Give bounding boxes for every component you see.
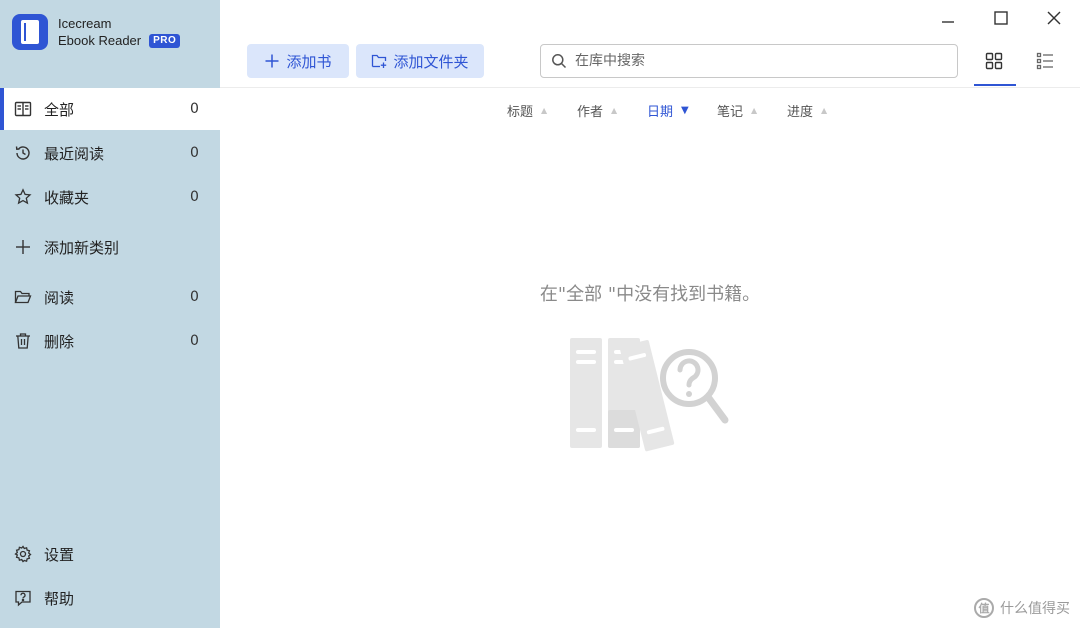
history-icon bbox=[14, 144, 32, 162]
sort-label: 笔记 bbox=[717, 104, 744, 120]
add-folder-button[interactable]: 添加文件夹 bbox=[356, 44, 484, 78]
folder-open-icon bbox=[14, 288, 32, 306]
sort-progress[interactable]: 进度 ▲ bbox=[787, 100, 827, 120]
add-folder-label: 添加文件夹 bbox=[393, 52, 469, 71]
sidebar-item-deleted[interactable]: 删除 0 bbox=[0, 320, 220, 362]
app-name-line1: Icecream bbox=[58, 16, 112, 31]
watermark-text: 什么值得买 bbox=[1000, 601, 1070, 617]
sort-arrow-icon: ▲ bbox=[611, 105, 618, 115]
sidebar-item-count: 0 bbox=[190, 333, 199, 349]
sidebar-item-count: 0 bbox=[190, 145, 199, 161]
plus-icon bbox=[265, 54, 279, 68]
sidebar-item-label: 最近阅读 bbox=[44, 144, 105, 163]
sort-label: 进度 bbox=[787, 104, 814, 120]
minimize-button[interactable] bbox=[930, 4, 966, 32]
help-icon bbox=[14, 589, 32, 607]
sidebar-item-label: 阅读 bbox=[44, 288, 75, 307]
add-book-label: 添加书 bbox=[286, 52, 332, 71]
sidebar-item-settings[interactable]: 设置 bbox=[0, 533, 220, 575]
sidebar: Icecream Ebook Reader PRO 全部 0 最近阅读 0 收藏… bbox=[0, 0, 220, 628]
book-open-icon bbox=[14, 100, 32, 118]
sidebar-item-reading[interactable]: 阅读 0 bbox=[0, 276, 220, 318]
list-view-button[interactable] bbox=[1025, 44, 1065, 78]
pro-badge: PRO bbox=[149, 33, 181, 48]
toolbar-divider bbox=[220, 87, 1080, 88]
sidebar-item-label: 收藏夹 bbox=[44, 188, 90, 207]
sort-arrow-icon: ▲ bbox=[541, 105, 548, 115]
trash-icon bbox=[14, 332, 32, 350]
sort-label: 作者 bbox=[577, 104, 604, 120]
grid-view-button[interactable] bbox=[974, 44, 1016, 86]
books-search-icon bbox=[570, 338, 729, 452]
maximize-button[interactable] bbox=[983, 4, 1019, 32]
minimize-icon bbox=[942, 21, 954, 23]
sort-desc-icon: ▼ bbox=[681, 104, 689, 116]
sidebar-item-label: 删除 bbox=[44, 332, 75, 351]
search-input[interactable] bbox=[575, 53, 935, 69]
sidebar-item-label: 设置 bbox=[44, 545, 75, 564]
sidebar-item-help[interactable]: 帮助 bbox=[0, 577, 220, 619]
sort-author[interactable]: 作者 ▲ bbox=[577, 100, 617, 120]
watermark-logo: 值 bbox=[974, 598, 994, 618]
sidebar-item-count: 0 bbox=[190, 289, 199, 305]
watermark: 值 什么值得买 bbox=[974, 598, 1070, 618]
sidebar-item-add-category[interactable]: 添加新类别 bbox=[0, 226, 220, 268]
folder-add-icon bbox=[372, 54, 387, 68]
gear-icon bbox=[14, 545, 32, 563]
search-icon bbox=[552, 54, 567, 69]
sort-arrow-icon: ▲ bbox=[821, 105, 828, 115]
sidebar-item-favorites[interactable]: 收藏夹 0 bbox=[0, 176, 220, 218]
plus-icon bbox=[14, 238, 32, 256]
sort-title[interactable]: 标题 ▲ bbox=[507, 100, 547, 120]
sidebar-item-count: 0 bbox=[190, 189, 199, 205]
app-name-line2: Ebook Reader bbox=[58, 33, 142, 48]
maximize-icon bbox=[994, 11, 1008, 25]
sort-arrow-icon: ▲ bbox=[751, 105, 758, 115]
search-box[interactable] bbox=[540, 44, 958, 78]
close-icon bbox=[1047, 11, 1061, 25]
empty-state-message: 在"全部 "中没有找到书籍。 bbox=[539, 284, 761, 305]
sort-date[interactable]: 日期 ▼ bbox=[647, 100, 689, 120]
close-button[interactable] bbox=[1036, 4, 1072, 32]
sort-label: 日期 bbox=[647, 104, 674, 120]
sidebar-item-label: 全部 bbox=[44, 100, 75, 119]
app-logo-icon bbox=[12, 14, 48, 50]
sidebar-item-all[interactable]: 全部 0 bbox=[0, 88, 220, 130]
app-brand: Icecream Ebook Reader PRO bbox=[12, 12, 181, 52]
sort-notes[interactable]: 笔记 ▲ bbox=[717, 100, 757, 120]
sidebar-item-label: 帮助 bbox=[44, 589, 75, 608]
add-book-button[interactable]: 添加书 bbox=[247, 44, 349, 78]
sort-label: 标题 bbox=[507, 104, 534, 120]
list-view-icon bbox=[1036, 52, 1053, 70]
star-icon bbox=[14, 188, 32, 206]
sidebar-item-count: 0 bbox=[190, 101, 199, 117]
sidebar-item-label: 添加新类别 bbox=[44, 238, 120, 257]
sidebar-item-recent[interactable]: 最近阅读 0 bbox=[0, 132, 220, 174]
app-name: Icecream Ebook Reader PRO bbox=[58, 15, 181, 49]
grid-view-icon bbox=[985, 52, 1003, 70]
